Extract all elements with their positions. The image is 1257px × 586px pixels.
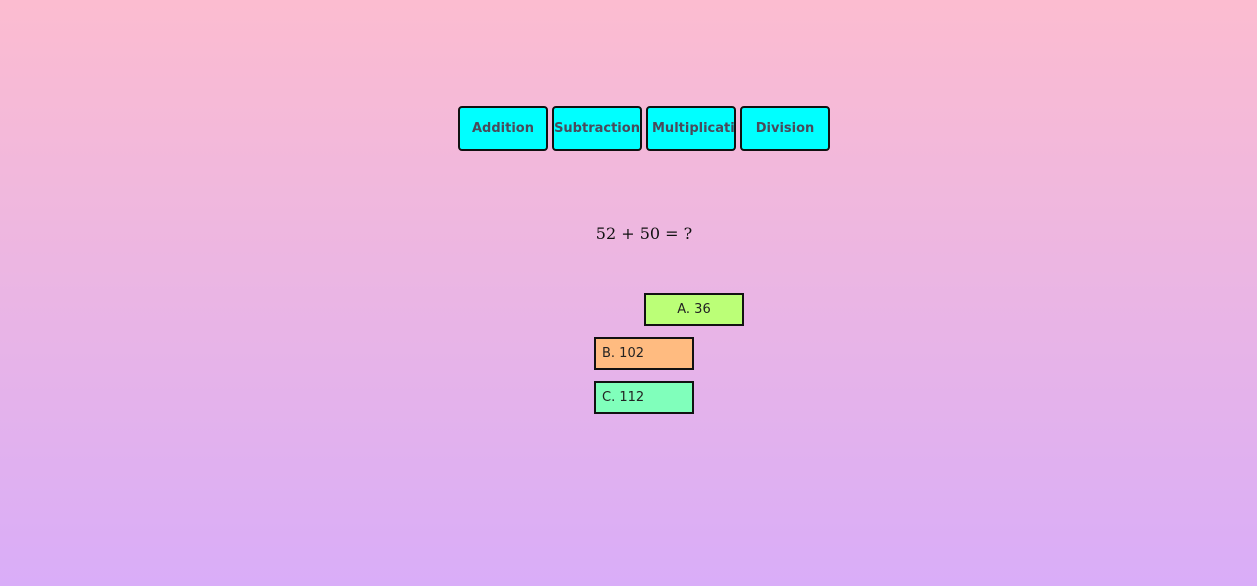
- subtraction-button[interactable]: Subtraction: [552, 106, 642, 151]
- subtraction-label: Subtraction: [554, 121, 640, 136]
- answer-option-a-label: A. 36: [677, 302, 711, 317]
- question-text: 52 + 50 = ?: [595, 224, 693, 243]
- division-label: Division: [755, 121, 815, 136]
- division-button[interactable]: Division: [740, 106, 830, 151]
- answer-option-a[interactable]: A. 36: [644, 293, 744, 326]
- multiplication-label: Multiplication: [652, 121, 735, 136]
- answer-option-c[interactable]: C. 112: [594, 381, 694, 414]
- answer-option-c-label: C. 112: [602, 390, 645, 405]
- multiplication-button[interactable]: Multiplication: [646, 106, 736, 151]
- answer-option-b-label: B. 102: [602, 346, 644, 361]
- answer-option-b[interactable]: B. 102: [594, 337, 694, 370]
- addition-button[interactable]: Addition: [458, 106, 548, 151]
- addition-label: Addition: [472, 121, 534, 136]
